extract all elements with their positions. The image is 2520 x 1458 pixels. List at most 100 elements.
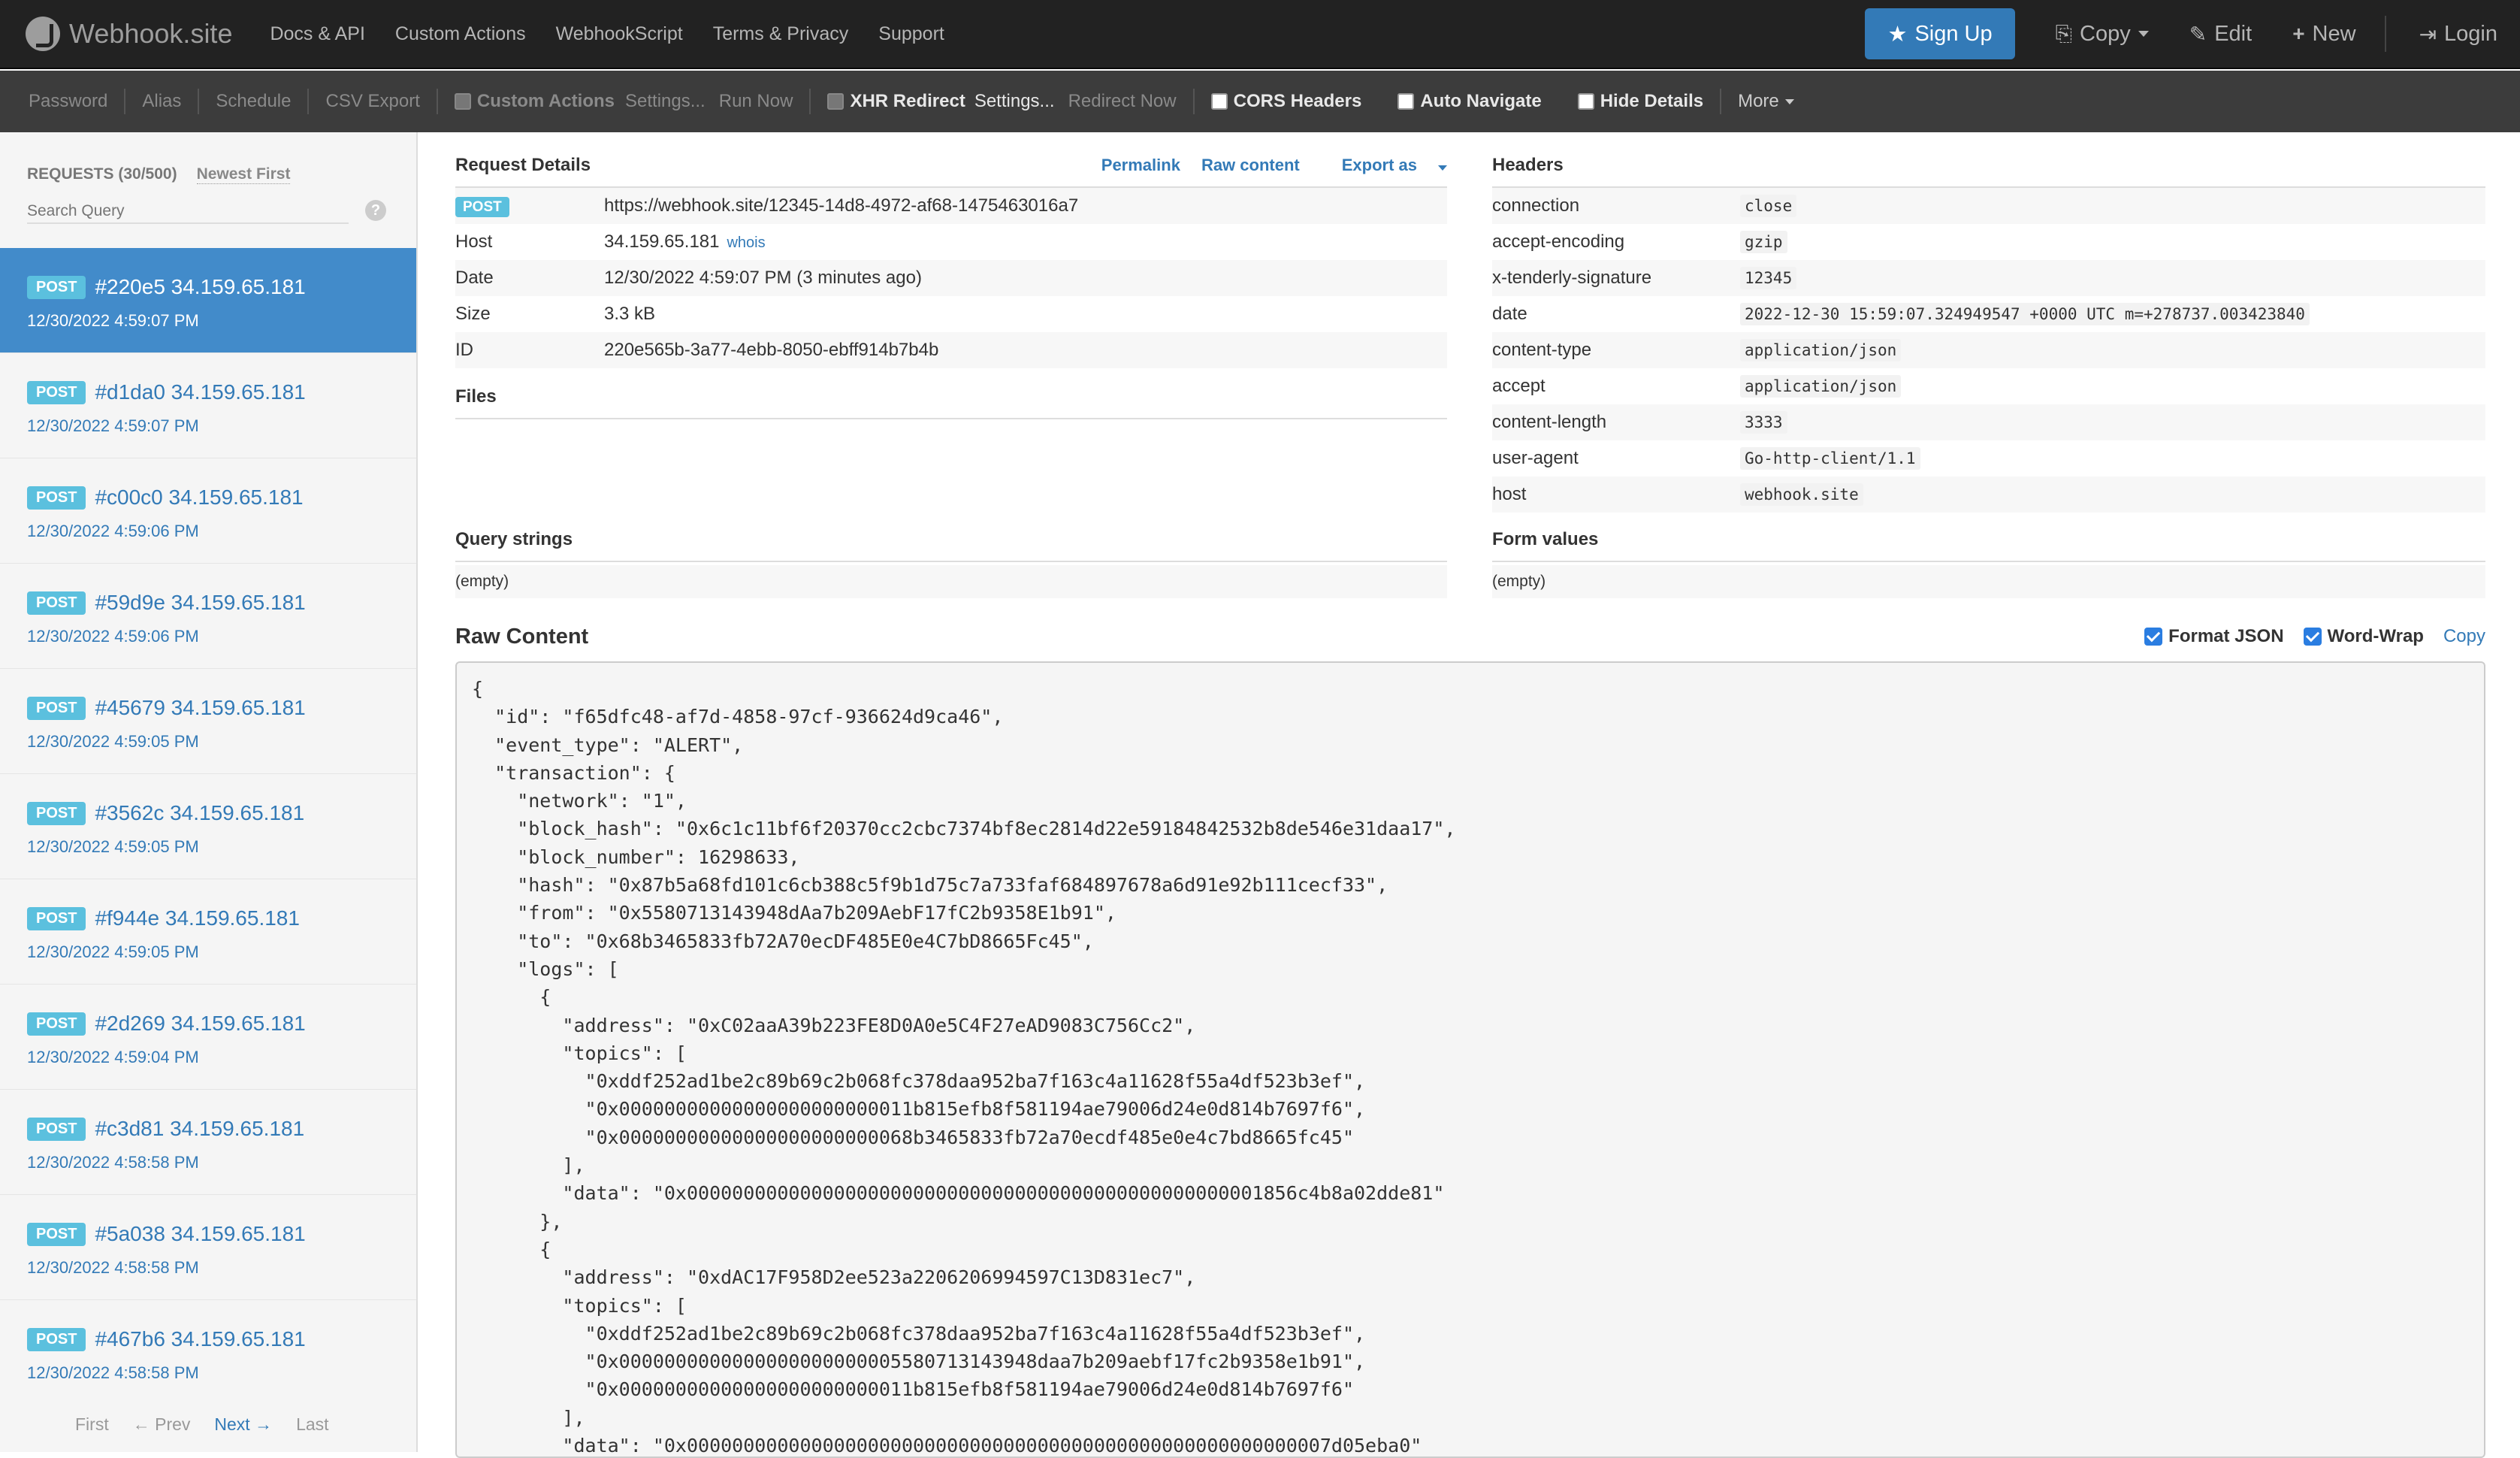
nav-link-support[interactable]: Support [878, 23, 944, 45]
export-as-label: Export as [1341, 156, 1417, 174]
auto-navigate-checkbox[interactable] [1397, 93, 1415, 110]
pager-prev[interactable]: ← Prev [133, 1414, 191, 1435]
request-item[interactable]: POST #59d9e 34.159.65.181 12/30/2022 4:59… [0, 564, 416, 669]
host-value: 34.159.65.181 whois [604, 231, 766, 253]
password-button[interactable]: Password [29, 89, 126, 114]
brand-name: Webhook.site [69, 18, 233, 49]
format-json-toggle[interactable]: Format JSON [2144, 626, 2284, 647]
pager-last[interactable]: Last [296, 1414, 328, 1435]
request-item[interactable]: POST #220e5 34.159.65.181 12/30/2022 4:59… [0, 248, 416, 353]
sign-up-button[interactable]: ★ Sign Up [1865, 8, 2015, 59]
custom-actions-checkbox[interactable] [454, 93, 471, 110]
custom-actions-settings[interactable]: Settings... [625, 89, 706, 114]
files-title: Files [455, 386, 497, 407]
edit-icon: ✎ [2189, 22, 2207, 46]
edit-button[interactable]: ✎ Edit [2189, 22, 2252, 47]
details-row-date: Date 12/30/2022 4:59:07 PM (3 minutes ag… [455, 260, 1447, 296]
header-value: application/json [1740, 375, 1902, 398]
pagination: First ← Prev Next → Last [75, 1414, 353, 1435]
csv-export-button[interactable]: CSV Export [325, 89, 438, 114]
request-item[interactable]: POST #5a038 34.159.65.181 12/30/2022 4:58… [0, 1195, 416, 1300]
form-values-header: Form values [1492, 529, 2485, 562]
hide-details-toggle[interactable]: Hide Details [1577, 89, 1722, 114]
query-strings-section: Query strings (empty) [455, 529, 1447, 598]
header-value: gzip [1740, 231, 1787, 253]
word-wrap-toggle[interactable]: Word-Wrap [2303, 626, 2424, 647]
nav-links: Docs & API Custom Actions WebhookScript … [270, 23, 974, 45]
details-row-host: Host 34.159.65.181 whois [455, 224, 1447, 260]
alias-button[interactable]: Alias [142, 89, 200, 114]
raw-content-box[interactable]: { "id": "f65dfc48-af7d-4858-97cf-936624d… [455, 661, 2485, 1458]
request-item[interactable]: POST #c00c0 34.159.65.181 12/30/2022 4:59… [0, 458, 416, 564]
custom-actions-group: Custom Actions Settings... Run Now [454, 89, 811, 114]
more-menu[interactable]: More [1738, 89, 1811, 114]
nav-link-custom-actions[interactable]: Custom Actions [395, 23, 526, 45]
cors-headers-label: CORS Headers [1233, 91, 1362, 111]
nav-link-terms[interactable]: Terms & Privacy [713, 23, 849, 45]
request-title: #2d269 34.159.65.181 [95, 1012, 306, 1035]
export-as-dropdown[interactable]: Export as [1321, 156, 1447, 175]
copy-button[interactable]: ⎘ Copy [2056, 22, 2149, 47]
form-values-value: (empty) [1492, 565, 2485, 598]
request-title: #220e5 34.159.65.181 [95, 275, 306, 298]
login-label: Login [2444, 21, 2497, 46]
search-input[interactable] [27, 200, 349, 224]
request-details-table: POST https://webhook.site/12345-14d8-497… [455, 188, 1447, 368]
header-key: connection [1492, 195, 1580, 216]
header-key: host [1492, 484, 1527, 504]
method-badge: POST [27, 1012, 86, 1036]
headers-title: Headers [1492, 155, 1564, 175]
request-date: 12/30/2022 4:59:06 PM [27, 522, 199, 540]
header-row: x-tenderly-signature 12345 [1492, 260, 2485, 296]
schedule-button[interactable]: Schedule [216, 89, 310, 114]
nav-link-webhookscript[interactable]: WebhookScript [556, 23, 683, 45]
brand[interactable]: Webhook.site [26, 17, 232, 51]
whois-link[interactable]: whois [727, 234, 765, 251]
help-icon[interactable]: ? [365, 200, 386, 221]
request-item[interactable]: POST #467b6 34.159.65.181 12/30/2022 4:58… [0, 1300, 416, 1398]
login-button[interactable]: ⇥ Login [2419, 22, 2497, 47]
more-label: More [1738, 91, 1779, 111]
format-json-checkbox[interactable] [2144, 628, 2163, 646]
pager-next[interactable]: Next → [214, 1414, 272, 1435]
pager-first[interactable]: First [75, 1414, 109, 1435]
cors-headers-checkbox[interactable] [1210, 93, 1228, 110]
request-item[interactable]: POST #c3d81 34.159.65.181 12/30/2022 4:58… [0, 1090, 416, 1195]
run-now-button[interactable]: Run Now [719, 89, 793, 114]
header-row: host webhook.site [1492, 476, 2485, 513]
files-section: Files [455, 386, 1447, 419]
form-values-title: Form values [1492, 529, 1599, 549]
request-item[interactable]: POST #f944e 34.159.65.181 12/30/2022 4:59… [0, 879, 416, 985]
cors-headers-toggle[interactable]: CORS Headers [1210, 89, 1379, 114]
word-wrap-checkbox[interactable] [2303, 628, 2322, 646]
sort-toggle[interactable]: Newest First [196, 165, 291, 184]
header-value: Go-http-client/1.1 [1740, 447, 1920, 470]
request-title: #d1da0 34.159.65.181 [95, 380, 306, 404]
hide-details-checkbox[interactable] [1577, 93, 1594, 110]
query-strings-value: (empty) [455, 565, 1447, 598]
request-item[interactable]: POST #3562c 34.159.65.181 12/30/2022 4:59… [0, 774, 416, 879]
xhr-redirect-checkbox[interactable] [827, 93, 845, 110]
request-item[interactable]: POST #d1da0 34.159.65.181 12/30/2022 4:59… [0, 353, 416, 458]
size-value: 3.3 kB [604, 304, 656, 324]
header-value: close [1740, 195, 1797, 217]
format-json-label: Format JSON [2168, 626, 2284, 646]
xhr-redirect-settings[interactable]: Settings... [974, 89, 1055, 114]
permalink-link[interactable]: Permalink [1101, 156, 1180, 175]
nav-link-docs[interactable]: Docs & API [270, 23, 364, 45]
copy-raw-button[interactable]: Copy [2443, 626, 2485, 647]
new-button[interactable]: + New [2292, 22, 2355, 47]
header-key: content-type [1492, 340, 1592, 360]
header-value: application/json [1740, 339, 1902, 361]
request-date: 12/30/2022 4:59:07 PM [27, 311, 199, 330]
request-item[interactable]: POST #2d269 34.159.65.181 12/30/2022 4:59… [0, 985, 416, 1090]
raw-content-link[interactable]: Raw content [1201, 156, 1300, 175]
copy-icon: ⎘ [2055, 21, 2073, 45]
method-badge: POST [27, 275, 86, 299]
request-date: 12/30/2022 4:59:07 PM [27, 416, 199, 435]
redirect-now-button[interactable]: Redirect Now [1068, 89, 1177, 114]
auto-navigate-toggle[interactable]: Auto Navigate [1397, 89, 1558, 114]
request-url-link[interactable]: https://webhook.site/12345-14d8-4972-af6… [604, 195, 1078, 216]
header-row: date 2022-12-30 15:59:07.324949547 +0000 … [1492, 296, 2485, 332]
request-item[interactable]: POST #45679 34.159.65.181 12/30/2022 4:59… [0, 669, 416, 774]
